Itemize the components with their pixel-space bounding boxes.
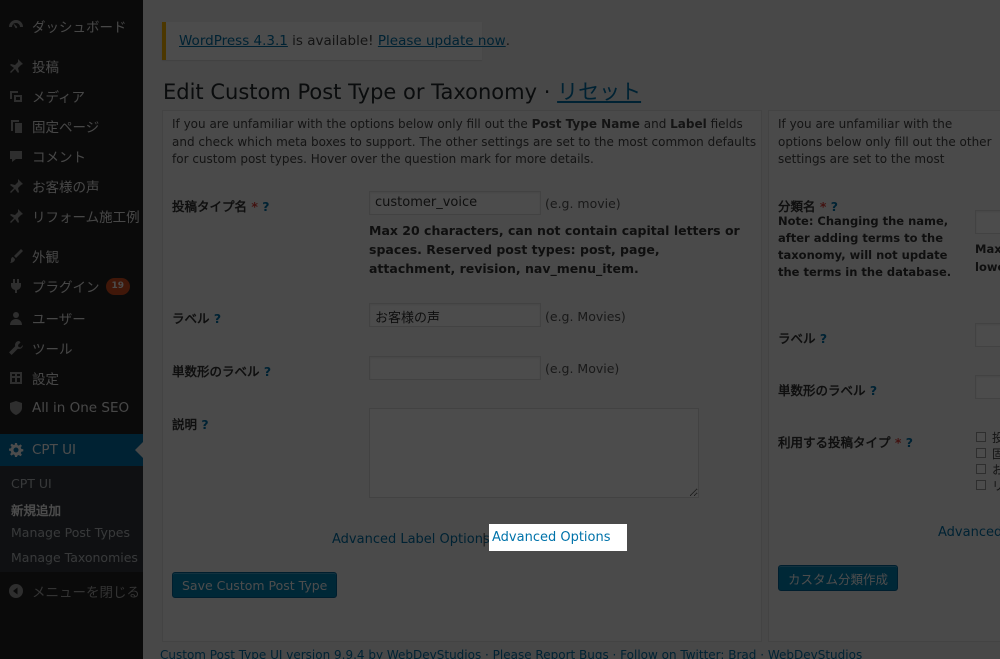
taxonomy-max-hint: Max xyxy=(975,242,1000,256)
label-hint: (e.g. Movies) xyxy=(545,309,626,324)
menu-dashboard[interactable]: ダッシュボード xyxy=(0,11,143,41)
taxonomy-singular-label-field-label: 単数形のラベル ? xyxy=(778,383,878,398)
help-question-icon[interactable]: ? xyxy=(870,383,877,398)
post-type-checkbox[interactable] xyxy=(976,448,986,458)
help-question-icon[interactable]: ? xyxy=(262,199,269,214)
post-type-name-hint: (e.g. movie) xyxy=(545,196,621,211)
appearance-icon xyxy=(0,248,32,264)
menu-pages[interactable]: 固定ページ xyxy=(0,111,143,141)
admin-sidebar: ダッシュボード 投稿 メディア 固定ページ コメント お客様の声 リフォーム施工… xyxy=(0,0,143,659)
taxonomy-intro: If you are unfamiliar with the options b… xyxy=(778,117,992,170)
plugin-icon xyxy=(0,278,32,294)
label-input[interactable]: お客様の声 xyxy=(369,303,541,327)
page-icon xyxy=(0,118,32,134)
advanced-label-options-link[interactable]: Advanced Label Options xyxy=(332,532,490,547)
page-title: Edit Custom Post Type or Taxonomy · リセット xyxy=(163,80,642,104)
gear-icon xyxy=(0,442,32,458)
post-type-checkbox[interactable] xyxy=(976,480,986,490)
save-custom-post-type-button[interactable]: Save Custom Post Type xyxy=(172,572,338,598)
taxonomy-name-note: Note: Changing the name, after adding te… xyxy=(778,214,952,279)
help-question-icon[interactable]: ? xyxy=(906,435,913,450)
taxonomy-singular-label-input[interactable] xyxy=(975,375,1000,399)
menu-tools[interactable]: ツール xyxy=(0,333,143,363)
advanced-options-link[interactable]: Advanced Options xyxy=(489,524,627,551)
attach-post-types-label: 利用する投稿タイプ * ? xyxy=(778,435,914,450)
cpt-ui-submenu: CPT UI 新規追加 Manage Post Types Manage Tax… xyxy=(0,466,143,572)
update-notice: WordPress 4.3.1 is available! Please upd… xyxy=(162,22,510,60)
collapse-arrow-icon xyxy=(0,583,32,599)
required-asterisk: * xyxy=(251,199,258,214)
comment-icon xyxy=(0,148,32,164)
menu-plugins[interactable]: プラグイン 19 xyxy=(0,271,143,301)
pin-icon xyxy=(0,58,32,74)
taxonomy-label-input[interactable] xyxy=(975,323,1000,347)
menu-customer-voice[interactable]: お客様の声 xyxy=(0,171,143,201)
user-icon xyxy=(0,310,32,326)
menu-reform-examples[interactable]: リフォーム施工例 xyxy=(0,201,143,231)
singular-label-input[interactable] xyxy=(369,356,541,380)
post-type-checkbox[interactable] xyxy=(976,464,986,474)
media-icon xyxy=(0,88,32,104)
menu-comments[interactable]: コメント xyxy=(0,141,143,171)
create-taxonomy-button[interactable]: カスタム分類作成 xyxy=(778,565,899,591)
submenu-manage-taxonomies[interactable]: Manage Taxonomies xyxy=(11,550,138,565)
menu-cpt-ui[interactable]: CPT UI xyxy=(0,434,143,466)
help-question-icon[interactable]: ? xyxy=(201,417,208,432)
submenu-cpt-ui[interactable]: CPT UI xyxy=(11,476,52,491)
required-asterisk: * xyxy=(819,199,827,214)
plugin-footer: Custom Post Type UI version 9.9.4 by Web… xyxy=(160,648,863,659)
description-field-label: 説明 ? xyxy=(172,417,209,432)
taxonomy-advanced-link[interactable]: Advanced xyxy=(938,525,1000,540)
tools-icon xyxy=(0,340,32,356)
menu-settings[interactable]: 設定 xyxy=(0,363,143,393)
menu-users[interactable]: ユーザー xyxy=(0,303,143,333)
taxonomy-label-field-label: ラベル ? xyxy=(778,331,828,346)
menu-appearance[interactable]: 外観 xyxy=(0,241,143,271)
taxonomy-lower-hint: lowe xyxy=(975,260,1000,274)
menu-all-in-one-seo[interactable]: All in One SEO xyxy=(0,393,143,423)
menu-posts[interactable]: 投稿 xyxy=(0,51,143,81)
wordpress-version-link[interactable]: WordPress 4.3.1 xyxy=(179,33,288,49)
help-question-icon[interactable]: ? xyxy=(264,364,271,379)
submenu-add-new[interactable]: 新規追加 xyxy=(11,500,61,519)
shield-icon xyxy=(0,400,32,416)
menu-media[interactable]: メディア xyxy=(0,81,143,111)
help-question-icon[interactable]: ? xyxy=(831,199,838,214)
submenu-manage-post-types[interactable]: Manage Post Types xyxy=(11,525,130,540)
singular-label-hint: (e.g. Movie) xyxy=(545,361,620,376)
pin-icon xyxy=(0,208,32,224)
help-question-icon[interactable]: ? xyxy=(820,331,827,346)
plugin-update-badge: 19 xyxy=(105,277,131,295)
post-type-name-label: 投稿タイプ名 * ? xyxy=(172,199,270,214)
taxonomy-name-input[interactable] xyxy=(975,210,1000,234)
pin-icon xyxy=(0,178,32,194)
help-question-icon[interactable]: ? xyxy=(214,311,221,326)
settings-icon xyxy=(0,370,32,386)
post-type-name-help: Max 20 characters, can not contain capit… xyxy=(369,223,740,276)
post-type-intro: If you are unfamiliar with the options b… xyxy=(172,117,757,166)
link-separator: | xyxy=(482,532,487,547)
dashboard-icon xyxy=(0,18,32,34)
post-type-name-input[interactable]: customer_voice xyxy=(369,191,541,215)
label-field-label: ラベル ? xyxy=(172,311,222,326)
reset-link[interactable]: リセット xyxy=(557,80,641,104)
singular-label-field-label: 単数形のラベル ? xyxy=(172,364,272,379)
required-asterisk: * xyxy=(894,435,902,450)
post-type-checkbox[interactable] xyxy=(976,432,986,442)
update-now-link[interactable]: Please update now xyxy=(378,33,506,49)
taxonomy-panel xyxy=(768,110,1000,642)
description-textarea[interactable] xyxy=(369,408,699,498)
collapse-menu[interactable]: メニューを閉じる xyxy=(0,576,143,606)
